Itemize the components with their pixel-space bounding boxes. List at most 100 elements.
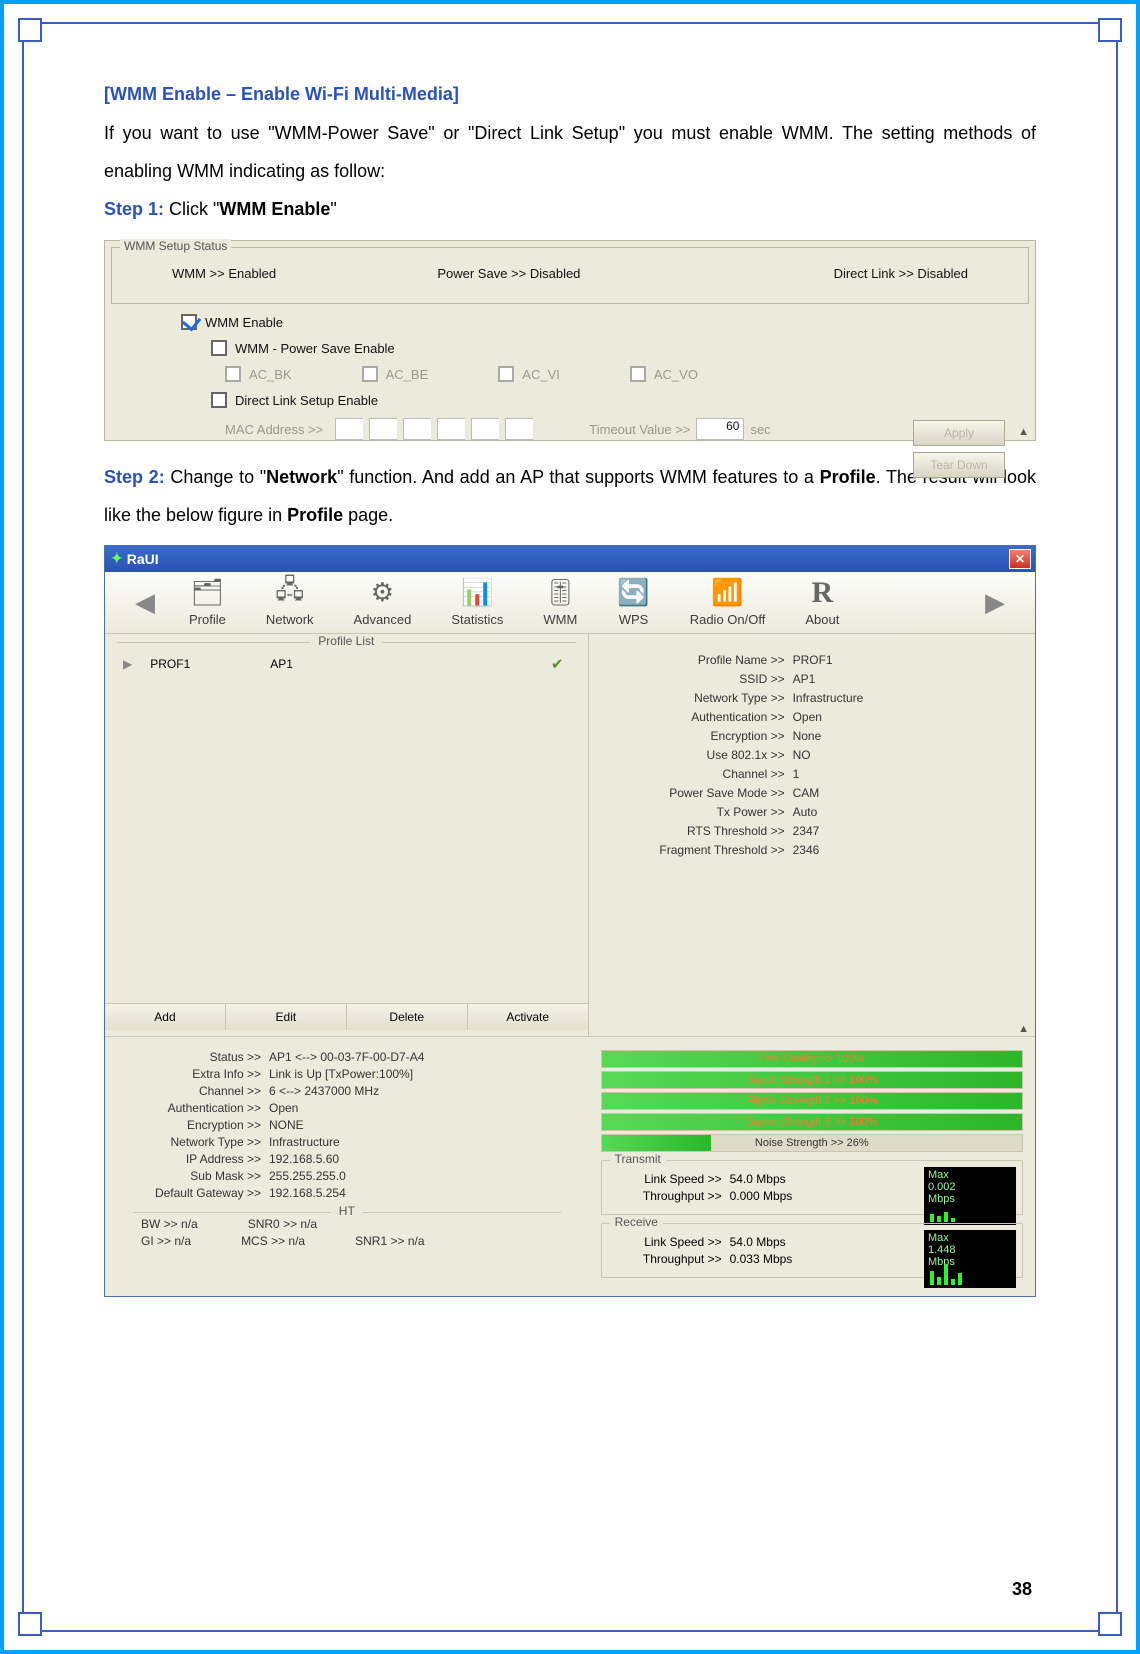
app-title-text: RaUI xyxy=(127,551,159,567)
wmm-enable-checkbox[interactable] xyxy=(181,314,197,330)
radio-icon: 📶 xyxy=(711,578,743,608)
tx-speed-label: Link Speed >> xyxy=(612,1172,722,1186)
detail-label: Fragment Threshold >> xyxy=(615,843,785,857)
ht-value: n/a xyxy=(300,1217,317,1231)
ac-vi-checkbox[interactable] xyxy=(498,366,514,382)
noise-strength-bar: Noise Strength >> 26% xyxy=(602,1135,1022,1151)
detail-label: RTS Threshold >> xyxy=(615,824,785,838)
tx-tp-value: 0.000 Mbps xyxy=(730,1189,793,1203)
rx-speed-value: 54.0 Mbps xyxy=(730,1235,786,1249)
detail-value: 1 xyxy=(793,767,1017,781)
status-label: Extra Info >> xyxy=(121,1067,261,1081)
edit-button[interactable]: Edit xyxy=(226,1004,347,1030)
power-save-label: WMM - Power Save Enable xyxy=(235,341,395,356)
mac-input-2[interactable] xyxy=(369,418,397,440)
mac-input-1[interactable] xyxy=(335,418,363,440)
nav-left-arrow[interactable]: ◀ xyxy=(121,587,169,618)
gauge-max-label: Max xyxy=(928,1169,1012,1181)
collapse-icon[interactable]: ▲ xyxy=(1018,426,1029,438)
ac-be-checkbox[interactable] xyxy=(362,366,378,382)
detail-label: Authentication >> xyxy=(615,710,785,724)
tx-speed-value: 54.0 Mbps xyxy=(730,1172,786,1186)
status-value: 192.168.5.60 xyxy=(269,1152,339,1166)
tool-statistics[interactable]: 📊 Statistics xyxy=(431,578,523,627)
network-icon: 🖧 xyxy=(275,578,304,608)
mac-input-5[interactable] xyxy=(471,418,499,440)
apply-button[interactable]: Apply xyxy=(913,420,1005,446)
collapse-icon[interactable]: ▲ xyxy=(1018,1023,1029,1035)
step-2-text: Step 2: Change to "Network" function. An… xyxy=(104,459,1036,535)
active-indicator-icon: ▶ xyxy=(123,657,132,671)
tool-profile[interactable]: 🗂 Profile xyxy=(169,578,246,627)
gauge-max-label: Max xyxy=(928,1232,1012,1244)
step2-bold1: Network xyxy=(266,467,337,487)
group-legend: WMM Setup Status xyxy=(120,239,231,253)
receive-box: Receive Link Speed >>54.0 Mbps Throughpu… xyxy=(601,1223,1023,1278)
ht-value: n/a xyxy=(288,1234,305,1248)
delete-button[interactable]: Delete xyxy=(347,1004,468,1030)
nav-right-arrow[interactable]: ▶ xyxy=(971,587,1019,618)
detail-label: SSID >> xyxy=(615,672,785,686)
tool-radio[interactable]: 📶 Radio On/Off xyxy=(670,578,786,627)
close-button[interactable]: ✕ xyxy=(1009,549,1031,569)
step2-bold2: Profile xyxy=(820,467,876,487)
detail-label: Profile Name >> xyxy=(615,653,785,667)
ac-vo-label: AC_VO xyxy=(654,367,698,382)
mac-input-3[interactable] xyxy=(403,418,431,440)
detail-value: None xyxy=(793,729,1017,743)
detail-value: AP1 xyxy=(793,672,1017,686)
wmm-enable-label: WMM Enable xyxy=(205,315,283,330)
step2-bold3: Profile xyxy=(287,505,343,525)
detail-value: Open xyxy=(793,710,1017,724)
intro-text: If you want to use "WMM-Power Save" or "… xyxy=(104,115,1036,191)
wmm-setup-panel: WMM Setup Status WMM >> Enabled Power Sa… xyxy=(104,240,1036,441)
mac-input-6[interactable] xyxy=(505,418,533,440)
tool-network[interactable]: 🖧 Network xyxy=(246,578,334,627)
detail-value: Infrastructure xyxy=(793,691,1017,705)
ac-vo-checkbox[interactable] xyxy=(630,366,646,382)
step-label: Step 2: xyxy=(104,467,170,487)
step-1-post: " xyxy=(330,199,336,219)
link-quality-bar: Link Quality >> 100% xyxy=(602,1051,1022,1067)
detail-value: CAM xyxy=(793,786,1017,800)
signal-strength-2-bar: Signal Strength 2 >> 100% xyxy=(602,1093,1022,1109)
powersave-status: Power Save >> Disabled xyxy=(437,266,702,281)
app-title: ✦ RaUI xyxy=(111,550,159,567)
power-save-checkbox[interactable] xyxy=(211,340,227,356)
teardown-button[interactable]: Tear Down xyxy=(913,452,1005,478)
tool-wmm[interactable]: 🎚 WMM xyxy=(523,578,597,627)
inner-frame: [WMM Enable – Enable Wi-Fi Multi-Media] … xyxy=(22,22,1118,1632)
detail-value: NO xyxy=(793,748,1017,762)
tool-wps[interactable]: 🔄 WPS xyxy=(597,578,669,627)
rx-tp-label: Throughput >> xyxy=(612,1252,722,1266)
link-status-panel: Status >>AP1 <--> 00-03-7F-00-D7-A4 Extr… xyxy=(105,1037,589,1296)
profile-row[interactable]: ▶ PROF1 AP1 ✔ xyxy=(119,653,574,675)
corner-decoration xyxy=(1098,1612,1122,1636)
titlebar: ✦ RaUI ✕ xyxy=(105,546,1035,572)
timeout-input[interactable]: 60 xyxy=(696,418,744,440)
tool-advanced[interactable]: ⚙ Advanced xyxy=(334,578,432,627)
status-value: 255.255.255.0 xyxy=(269,1169,346,1183)
add-button[interactable]: Add xyxy=(105,1004,226,1030)
dls-enable-checkbox[interactable] xyxy=(211,392,227,408)
status-label: Encryption >> xyxy=(121,1118,261,1132)
signal-strength-1-bar: Signal Strength 1 >> 100% xyxy=(602,1072,1022,1088)
status-value: 6 <--> 2437000 MHz xyxy=(269,1084,379,1098)
ht-label: SNR1 >> xyxy=(355,1234,404,1248)
activate-button[interactable]: Activate xyxy=(468,1004,588,1030)
profile-list-label: Profile List xyxy=(310,634,382,648)
tool-about[interactable]: R About xyxy=(785,578,859,627)
tx-gauge: Max 0.002 Mbps xyxy=(924,1167,1016,1225)
status-value: Infrastructure xyxy=(269,1135,340,1149)
ht-label: HT xyxy=(331,1204,363,1218)
step-1-bold: WMM Enable xyxy=(219,199,330,219)
mac-input-4[interactable] xyxy=(437,418,465,440)
detail-label: Channel >> xyxy=(615,767,785,781)
wps-icon: 🔄 xyxy=(617,578,649,608)
ac-be-label: AC_BE xyxy=(386,367,429,382)
about-icon: R xyxy=(812,578,834,608)
detail-value: PROF1 xyxy=(793,653,1017,667)
transmit-legend: Transmit xyxy=(610,1152,666,1166)
ac-bk-checkbox[interactable] xyxy=(225,366,241,382)
timeout-unit: sec xyxy=(750,422,770,437)
